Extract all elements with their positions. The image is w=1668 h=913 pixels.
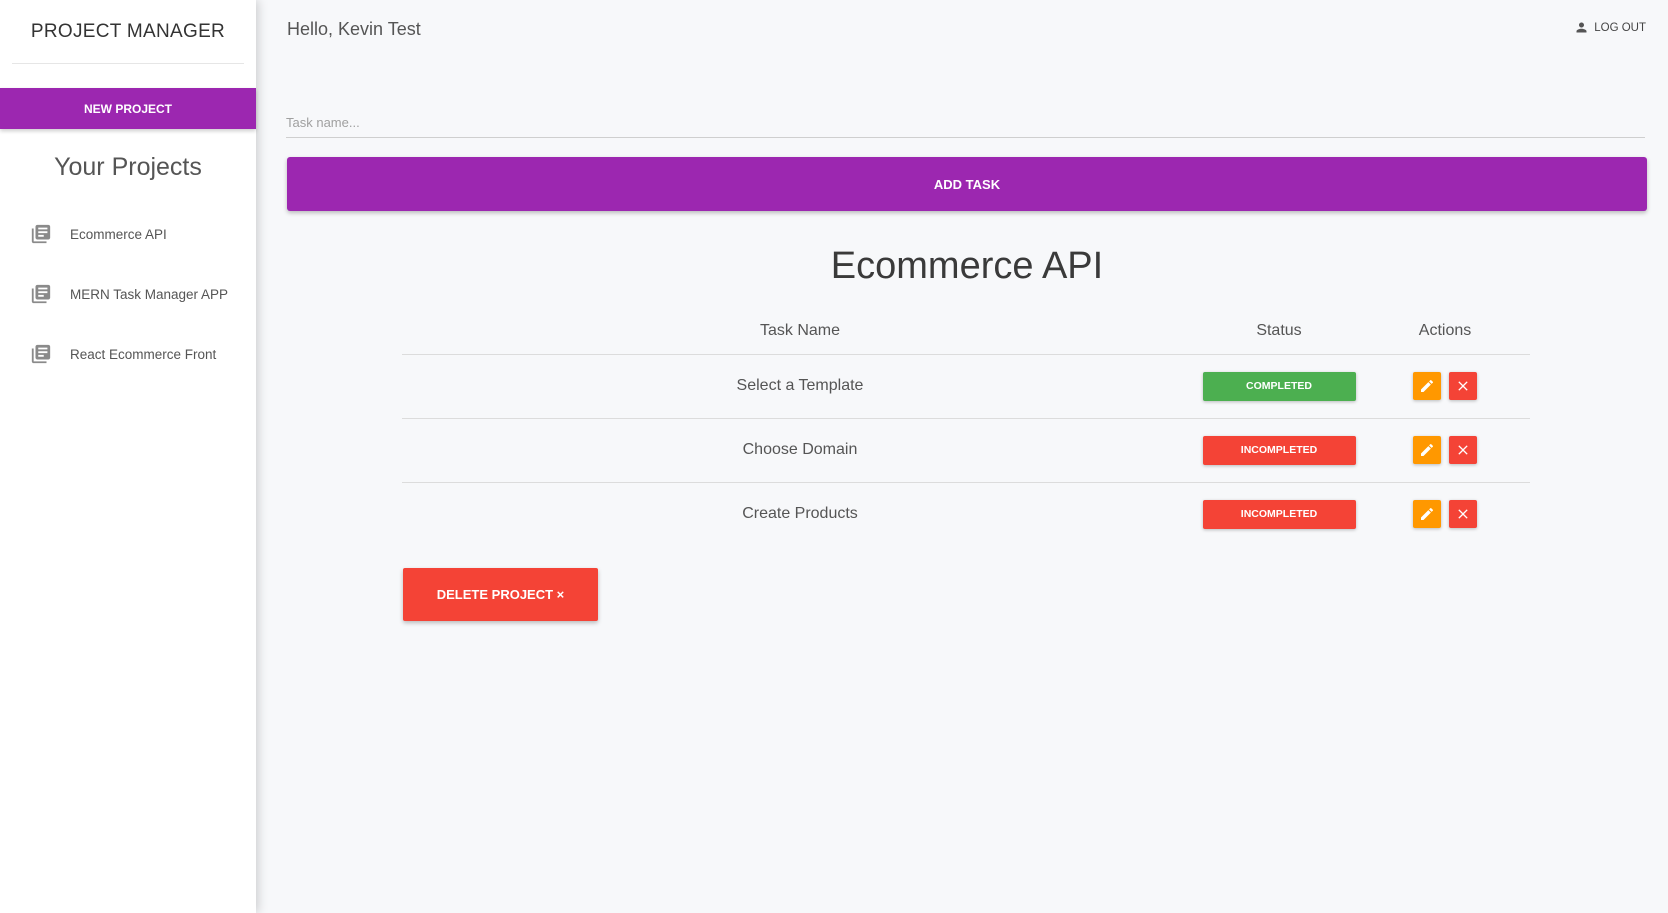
main-content: Hello, Kevin Test LOG OUT ADD TASK Ecomm… xyxy=(256,0,1668,913)
task-name: Create Products xyxy=(742,505,858,523)
delete-task-button[interactable] xyxy=(1449,500,1478,529)
logout-button[interactable]: LOG OUT xyxy=(1574,20,1646,35)
task-table: Task Name Status Actions Select a Templa… xyxy=(402,308,1530,546)
project-item-ecommerce-api[interactable]: Ecommerce API xyxy=(0,204,256,264)
close-icon xyxy=(1458,381,1468,391)
pencil-icon xyxy=(1420,379,1433,392)
project-list: Ecommerce API MERN Task Manager APP Reac… xyxy=(0,204,256,384)
sidebar: PROJECT MANAGER NEW PROJECT Your Project… xyxy=(0,0,256,913)
column-header-status: Status xyxy=(1198,308,1360,355)
table-row: Create Products INCOMPLETED xyxy=(402,482,1530,546)
new-project-button[interactable]: NEW PROJECT xyxy=(0,88,256,129)
delete-task-button[interactable] xyxy=(1449,372,1478,400)
delete-project-button[interactable]: DELETE PROJECT × xyxy=(403,568,598,621)
task-name-input[interactable] xyxy=(286,102,1645,138)
task-name: Select a Template xyxy=(402,354,1198,419)
status-badge[interactable]: INCOMPLETED xyxy=(1202,435,1356,465)
logout-label: LOG OUT xyxy=(1594,21,1646,34)
edit-task-button[interactable] xyxy=(1412,372,1441,400)
close-icon xyxy=(1458,445,1468,455)
list-alt-icon xyxy=(30,223,52,245)
app-title: PROJECT MANAGER xyxy=(12,0,244,64)
table-row: Select a Template COMPLETED xyxy=(402,354,1530,419)
project-item-mern-task-manager[interactable]: MERN Task Manager APP xyxy=(0,264,256,324)
column-header-task-name: Task Name xyxy=(402,308,1198,355)
close-icon xyxy=(1458,509,1468,519)
task-name: Choose Domain xyxy=(402,418,1198,483)
table-row: Choose Domain INCOMPLETED xyxy=(402,418,1530,483)
add-task-button[interactable]: ADD TASK xyxy=(287,157,1647,211)
project-item-label: Ecommerce API xyxy=(70,226,167,242)
project-title: Ecommerce API xyxy=(830,245,1104,287)
top-bar: Hello, Kevin Test LOG OUT xyxy=(256,0,1668,60)
projects-heading: Your Projects xyxy=(54,153,202,181)
edit-task-button[interactable] xyxy=(1412,500,1441,529)
status-badge[interactable]: COMPLETED xyxy=(1202,371,1356,401)
status-badge[interactable]: INCOMPLETED xyxy=(1202,499,1356,529)
person-icon xyxy=(1574,20,1589,35)
list-alt-icon xyxy=(30,343,52,365)
project-item-react-ecommerce-front[interactable]: React Ecommerce Front xyxy=(0,324,256,384)
edit-task-button[interactable] xyxy=(1412,436,1441,464)
pencil-icon xyxy=(1420,508,1433,521)
project-item-label: MERN Task Manager APP xyxy=(70,286,229,302)
pencil-icon xyxy=(1420,443,1433,456)
table-header-row: Task Name Status Actions xyxy=(402,308,1530,355)
column-header-actions: Actions xyxy=(1360,308,1530,355)
user-greeting: Hello, Kevin Test xyxy=(287,19,421,39)
delete-task-button[interactable] xyxy=(1449,436,1478,464)
project-item-label: React Ecommerce Front xyxy=(70,346,217,362)
list-alt-icon xyxy=(30,283,52,305)
